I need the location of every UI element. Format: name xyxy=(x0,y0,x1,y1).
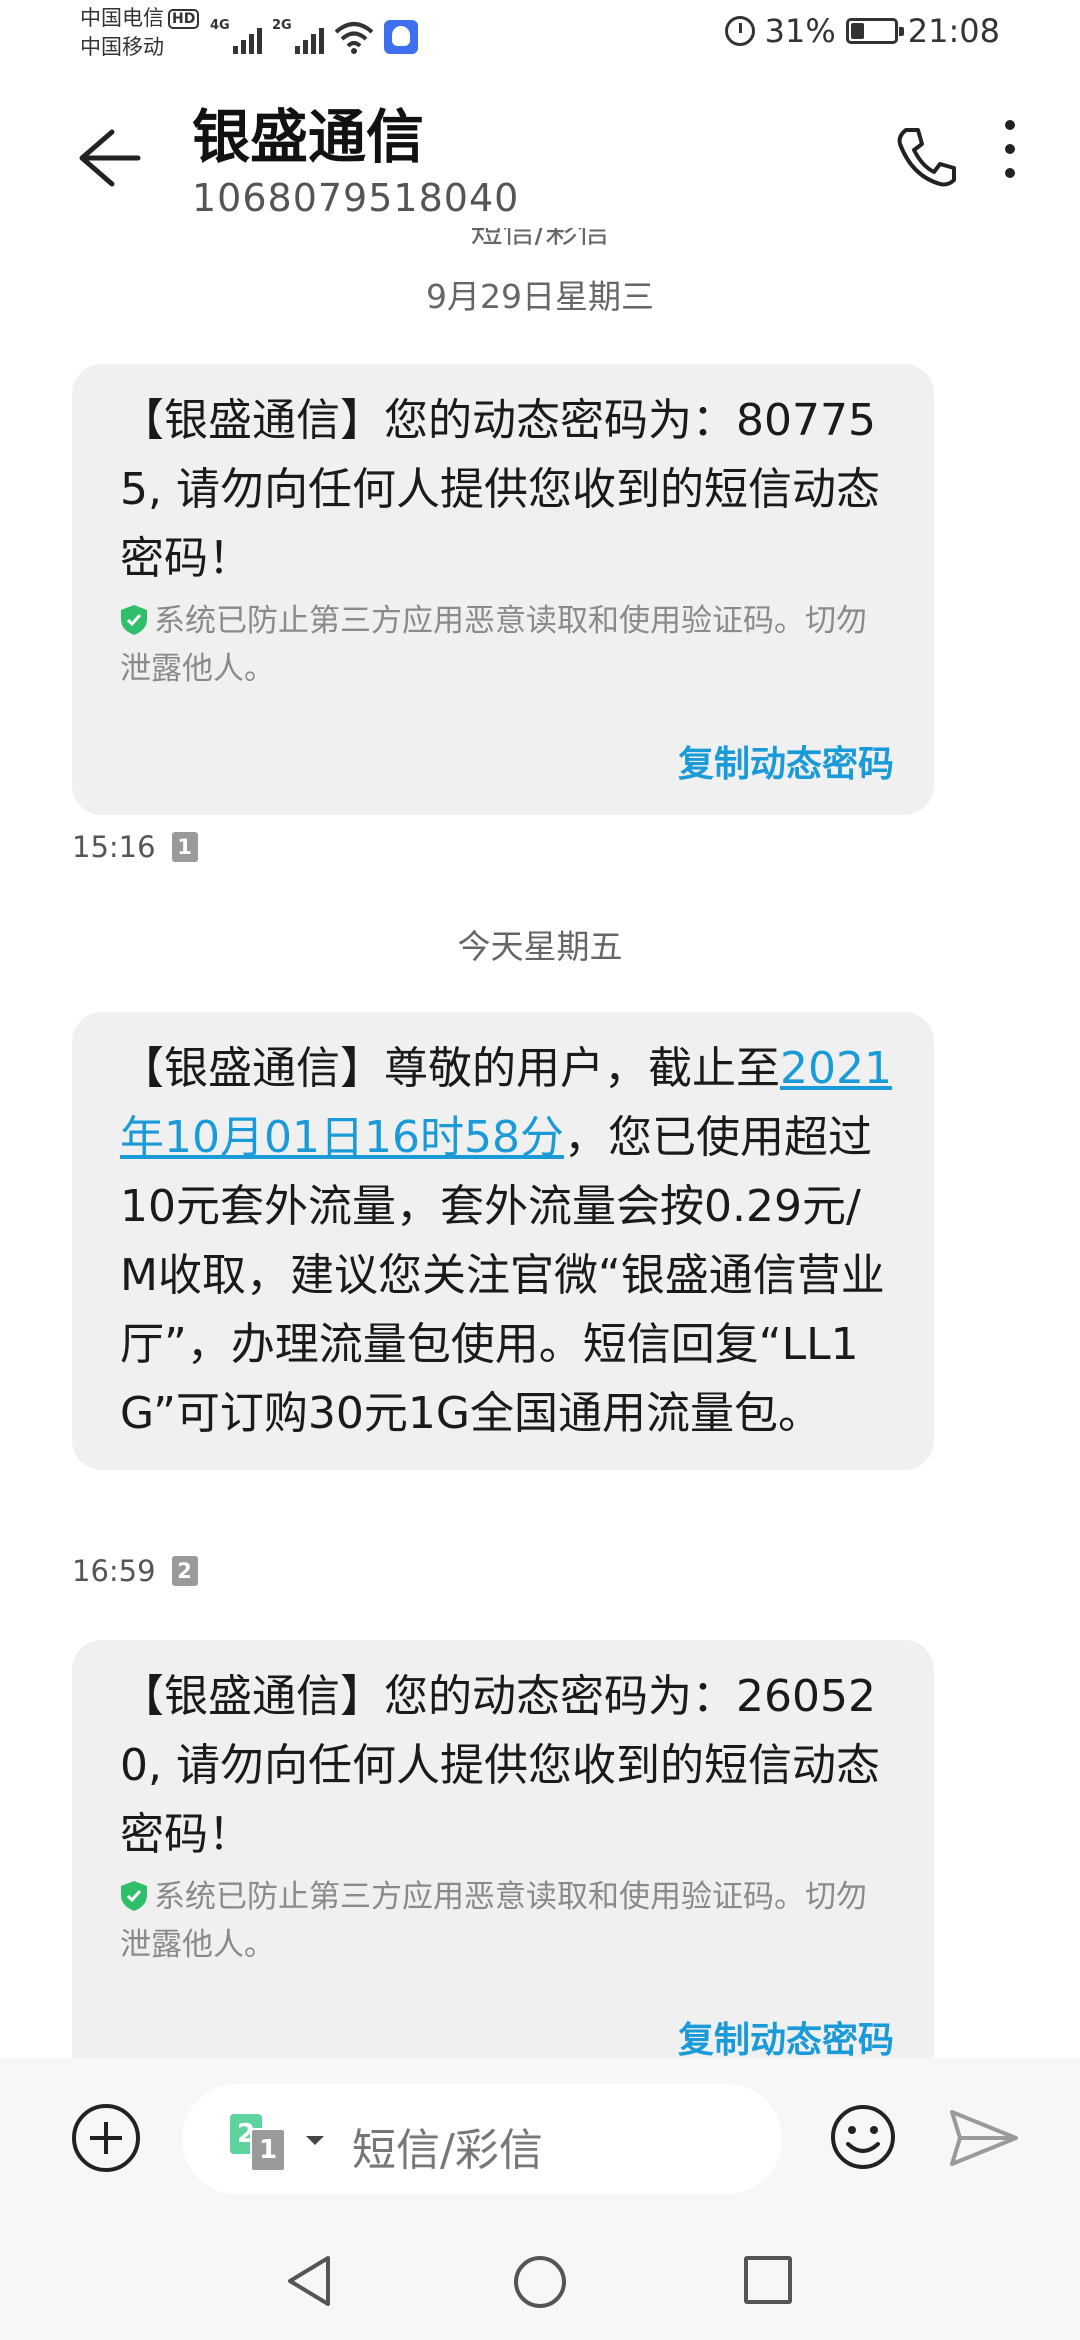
alarm-icon xyxy=(724,16,755,46)
notice-text: 系统已防止第三方应用恶意读取和使用验证码。切勿泄露他人。 xyxy=(120,603,867,687)
shield-check-icon xyxy=(121,1881,147,1911)
battery-percent: 31% xyxy=(764,12,836,50)
message-meta-1: 15:16 1 xyxy=(72,830,198,864)
message-bubble-1[interactable]: 【银盛通信】您的动态密码为：807755, 请勿向任何人提供您收到的短信动态密码… xyxy=(72,364,934,815)
signal-icons: 4G 2G xyxy=(210,14,418,54)
message-text-prefix: 【银盛通信】尊敬的用户，截止至 xyxy=(120,1043,780,1094)
message-meta-2: 16:59 2 xyxy=(72,1554,198,1588)
clock: 21:08 xyxy=(907,12,1000,50)
message-bubble-3[interactable]: 【银盛通信】您的动态密码为：260520, 请勿向任何人提供您收到的短信动态密码… xyxy=(72,1640,934,2058)
battery-icon xyxy=(845,18,904,44)
message-input[interactable]: 2 1 短信/彩信 xyxy=(182,2084,782,2194)
sim-badge: 2 xyxy=(171,1556,198,1586)
message-bubble-2[interactable]: 【银盛通信】尊敬的用户，截止至2021年10月01日16时58分，您已使用超过1… xyxy=(72,1012,934,1470)
status-bar: 中国电信 HD 中国移动 4G 2G 31% 21:08 xyxy=(0,0,1080,76)
sim-badge: 1 xyxy=(171,832,198,862)
partial-label: 短信/彩信 xyxy=(470,228,610,250)
message-time: 15:16 xyxy=(72,830,156,864)
nav-home-icon[interactable] xyxy=(514,2256,566,2308)
wifi-icon xyxy=(334,22,374,54)
sim-selector[interactable]: 2 1 xyxy=(230,2114,300,2172)
system-nav-bar xyxy=(0,2218,1080,2340)
composer-bar: 2 1 短信/彩信 xyxy=(0,2058,1080,2218)
security-notice: 系统已防止第三方应用恶意读取和使用验证码。切勿泄露他人。 xyxy=(120,1873,894,1969)
signal-2g-icon: 2G xyxy=(272,18,324,54)
input-placeholder: 短信/彩信 xyxy=(352,2125,543,2176)
message-thread[interactable]: 短信/彩信 9月29日星期三 【银盛通信】您的动态密码为：807755, 请勿向… xyxy=(0,228,1080,2058)
copy-code-button[interactable]: 复制动态密码 xyxy=(120,735,894,787)
shield-check-icon xyxy=(121,605,147,635)
contact-name: 银盛通信 xyxy=(192,103,425,171)
signal-2g-label: 2G xyxy=(272,18,292,33)
copy-code-button[interactable]: 复制动态密码 xyxy=(120,2011,894,2058)
message-text: 【银盛通信】您的动态密码为：807755, 请勿向任何人提供您收到的短信动态密码… xyxy=(120,395,880,584)
status-right: 31% 21:08 xyxy=(724,12,1000,50)
security-notice: 系统已防止第三方应用恶意读取和使用验证码。切勿泄露他人。 xyxy=(120,597,894,693)
conversation-header: 银盛通信 1068079518040 xyxy=(0,80,1080,240)
notice-text: 系统已防止第三方应用恶意读取和使用验证码。切勿泄露他人。 xyxy=(120,1879,867,1963)
sim-1-icon: 1 xyxy=(250,2128,286,2172)
back-arrow-icon[interactable] xyxy=(72,118,142,198)
add-attachment-icon[interactable] xyxy=(72,2104,140,2172)
chevron-down-icon[interactable] xyxy=(306,2136,324,2145)
nav-recents-icon[interactable] xyxy=(744,2256,792,2304)
qq-notification-icon xyxy=(384,20,418,54)
message-text: 【银盛通信】您的动态密码为：260520, 请勿向任何人提供您收到的短信动态密码… xyxy=(120,1671,880,1860)
signal-4g-label: 4G xyxy=(210,18,230,33)
emoji-icon[interactable] xyxy=(830,2104,896,2170)
carrier-2: 中国移动 xyxy=(80,35,164,59)
nav-back-icon[interactable] xyxy=(284,2254,334,2308)
signal-4g-icon: 4G xyxy=(210,18,262,54)
contact-number: 1068079518040 xyxy=(192,176,520,220)
more-options-icon[interactable] xyxy=(990,120,1030,200)
message-text: 【银盛通信】尊敬的用户，截止至2021年10月01日16时58分，您已使用超过1… xyxy=(120,1034,894,1448)
send-icon[interactable] xyxy=(948,2108,1020,2168)
message-time: 16:59 xyxy=(72,1554,156,1588)
date-separator: 今天星期五 xyxy=(457,927,623,966)
hd-badge: HD xyxy=(168,9,200,29)
carrier-info: 中国电信 HD 中国移动 xyxy=(80,4,200,62)
carrier-1: 中国电信 xyxy=(80,6,164,30)
phone-call-icon[interactable] xyxy=(892,122,962,192)
date-separator: 9月29日星期三 xyxy=(426,277,654,316)
